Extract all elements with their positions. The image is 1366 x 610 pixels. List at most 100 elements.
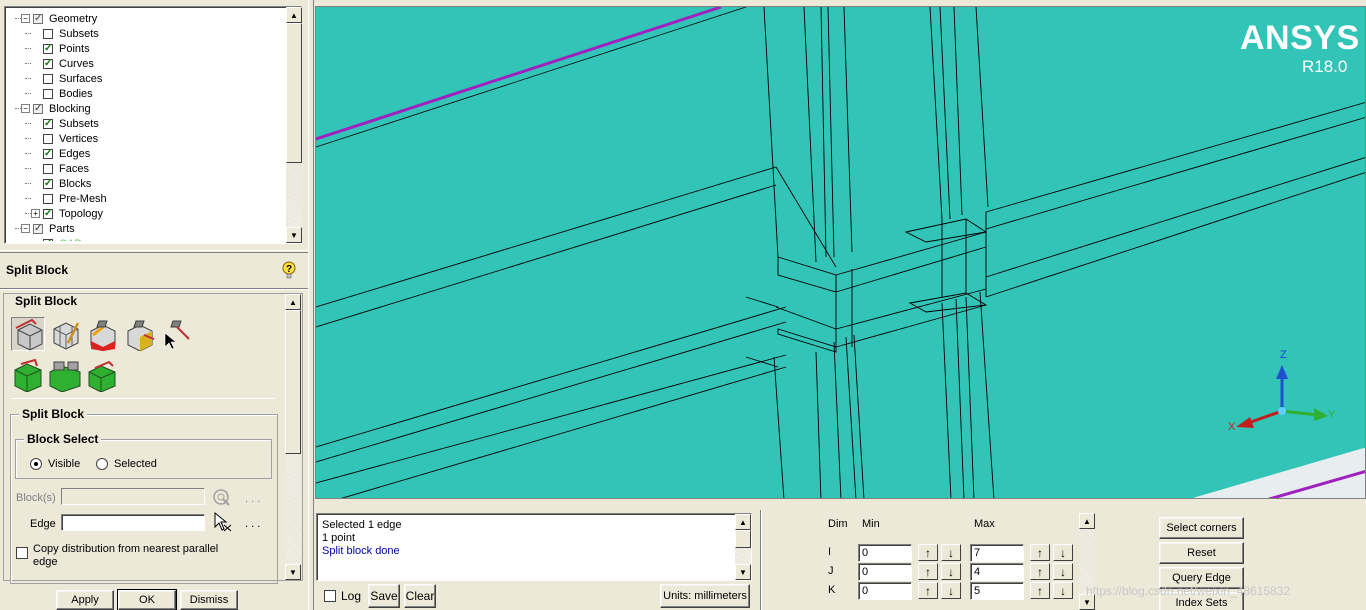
panel-scroll-down-icon[interactable]: ▼: [285, 564, 301, 580]
max-up-icon[interactable]: ↑: [1030, 563, 1050, 580]
radio-visible-dot[interactable]: [30, 458, 42, 470]
tree-checkbox[interactable]: ✓: [43, 118, 53, 129]
tree-checkbox[interactable]: ✓: [43, 43, 53, 54]
tree-checkbox[interactable]: ✓: [33, 223, 43, 234]
tree-connector: [25, 63, 31, 64]
min-input[interactable]: 0: [858, 544, 912, 562]
tree-item[interactable]: ✓ Blocks: [31, 176, 91, 191]
reset-button[interactable]: Reset: [1159, 542, 1244, 564]
edge-field[interactable]: [61, 514, 205, 531]
split-o-grid-icon[interactable]: [122, 317, 156, 352]
tree-scroll-down-icon[interactable]: ▼: [286, 227, 302, 243]
tree-item[interactable]: − ✓ Blocking: [21, 101, 91, 116]
edge-more-dots[interactable]: . . .: [245, 518, 260, 530]
tree-item[interactable]: ✓ CAD: [31, 236, 82, 241]
min-input[interactable]: 0: [858, 563, 912, 581]
clear-button[interactable]: Clear: [404, 584, 436, 608]
apply-button[interactable]: Apply: [56, 590, 114, 610]
min-down-icon[interactable]: ↓: [941, 563, 961, 580]
min-down-icon[interactable]: ↓: [941, 544, 961, 561]
units-button[interactable]: Units: millimeters: [660, 584, 750, 608]
tree-checkbox[interactable]: ✓: [43, 238, 53, 241]
tree-checkbox[interactable]: ✓: [33, 13, 43, 24]
graphics-viewport[interactable]: ANSYS R18.0 Z Y X: [315, 6, 1366, 499]
tree-checkbox[interactable]: [43, 193, 53, 204]
tree-item[interactable]: Bodies: [31, 86, 93, 101]
tree-checkbox[interactable]: ✓: [43, 208, 53, 219]
dismiss-button[interactable]: Dismiss: [180, 590, 238, 610]
tree-checkbox[interactable]: ✓: [43, 178, 53, 189]
split-block-icon[interactable]: [11, 317, 45, 351]
max-up-icon[interactable]: ↑: [1030, 544, 1050, 561]
log-checkbox[interactable]: [324, 590, 336, 602]
max-input[interactable]: 7: [970, 544, 1024, 562]
copy-distribution-checkbox[interactable]: [16, 547, 28, 559]
min-up-icon[interactable]: ↑: [918, 544, 938, 561]
dim-label: K: [828, 584, 836, 596]
select-corners-button[interactable]: Select corners: [1159, 517, 1244, 539]
min-up-icon[interactable]: ↑: [918, 582, 938, 599]
tree-scroll-thumb[interactable]: [286, 23, 302, 163]
tree-item[interactable]: Vertices: [31, 131, 98, 146]
help-icon[interactable]: ?: [281, 261, 297, 279]
radio-selected[interactable]: Selected: [96, 458, 157, 470]
panel-scroll-up-icon[interactable]: ▲: [285, 294, 301, 310]
split-edge-icon[interactable]: [85, 317, 119, 352]
tree-item[interactable]: ✓ Edges: [31, 146, 90, 161]
tree-item[interactable]: + ✓ Topology: [31, 206, 103, 221]
max-input[interactable]: 4: [970, 563, 1024, 581]
save-button[interactable]: Save: [368, 584, 400, 608]
tree-checkbox[interactable]: ✓: [33, 103, 43, 114]
tree-item[interactable]: ✓ Points: [31, 41, 90, 56]
split-face-icon[interactable]: [48, 317, 82, 351]
select-edge-cursor-icon[interactable]: [211, 511, 233, 533]
tree-item[interactable]: Faces: [31, 161, 89, 176]
tree-item[interactable]: Surfaces: [31, 71, 102, 86]
message-scroll-up-icon[interactable]: ▲: [735, 514, 751, 530]
message-scroll-thumb[interactable]: [735, 530, 751, 548]
max-down-icon[interactable]: ↓: [1053, 582, 1073, 599]
min-down-icon[interactable]: ↓: [941, 582, 961, 599]
panel-splitter[interactable]: [0, 250, 308, 253]
tree-item-label: Faces: [59, 162, 89, 175]
max-input[interactable]: 5: [970, 582, 1024, 600]
tree-checkbox[interactable]: [43, 88, 53, 99]
radio-visible[interactable]: Visible: [30, 458, 80, 470]
tree-scroll-up-icon[interactable]: ▲: [286, 7, 302, 23]
min-input[interactable]: 0: [858, 582, 912, 600]
tree-expander-icon[interactable]: −: [21, 104, 30, 113]
tree-checkbox[interactable]: [43, 73, 53, 84]
max-down-icon[interactable]: ↓: [1053, 544, 1073, 561]
tree-checkbox[interactable]: ✓: [43, 58, 53, 69]
select-blocks-icon[interactable]: [211, 487, 231, 507]
tree-checkbox[interactable]: [43, 133, 53, 144]
index-scroll-up-icon[interactable]: ▲: [1079, 513, 1095, 529]
tree-item[interactable]: − ✓ Geometry: [21, 11, 97, 26]
tree-expander-icon[interactable]: −: [21, 224, 30, 233]
tree-item-label: Blocks: [59, 177, 92, 190]
tree-item[interactable]: ✓ Subsets: [31, 116, 99, 131]
mesh-blocking-scene[interactable]: [316, 7, 1366, 499]
tree-checkbox[interactable]: ✓: [43, 148, 53, 159]
tree-item[interactable]: − ✓ Parts: [21, 221, 75, 236]
ok-button[interactable]: OK: [117, 589, 177, 610]
tree-checkbox[interactable]: [43, 28, 53, 39]
min-up-icon[interactable]: ↑: [918, 563, 938, 580]
split-cursor-icon[interactable]: [159, 317, 193, 351]
message-scroll-down-icon[interactable]: ▼: [735, 564, 751, 580]
panel-scroll-thumb[interactable]: [285, 310, 301, 454]
radio-selected-label: Selected: [114, 458, 157, 470]
split-prism-icon[interactable]: [48, 358, 82, 393]
tree-expander-icon[interactable]: −: [21, 14, 30, 23]
blocks-more-dots[interactable]: . . .: [245, 493, 260, 505]
max-down-icon[interactable]: ↓: [1053, 563, 1073, 580]
split-ogrid-green-icon[interactable]: [11, 358, 45, 393]
radio-selected-dot[interactable]: [96, 458, 108, 470]
tree-checkbox[interactable]: [43, 163, 53, 174]
tree-item[interactable]: Pre-Mesh: [31, 191, 107, 206]
tree-expander-icon[interactable]: +: [31, 209, 40, 218]
tree-item[interactable]: ✓ Curves: [31, 56, 94, 71]
max-up-icon[interactable]: ↑: [1030, 582, 1050, 599]
split-merge-icon[interactable]: [85, 358, 119, 393]
tree-item[interactable]: Subsets: [31, 26, 99, 41]
